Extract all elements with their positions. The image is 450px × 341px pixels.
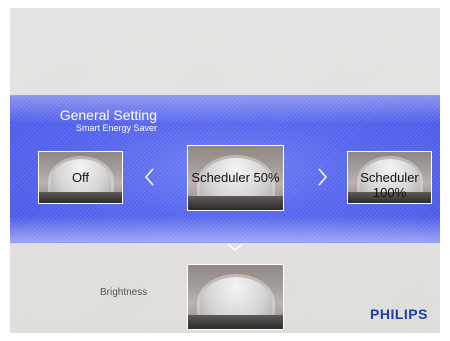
tile-base bbox=[188, 314, 283, 329]
menu-title: General Setting bbox=[59, 107, 157, 123]
option-label: Off bbox=[71, 170, 90, 185]
option-off[interactable]: Off bbox=[38, 151, 123, 204]
tile-base bbox=[188, 195, 283, 210]
chevron-left-icon[interactable] bbox=[143, 166, 155, 192]
option-label: Scheduler 50% bbox=[191, 170, 280, 185]
menu-subtitle: Smart Energy Saver bbox=[75, 123, 157, 133]
option-label: Scheduler 100% bbox=[360, 170, 419, 200]
chevron-right-icon[interactable] bbox=[317, 166, 329, 192]
tile-base bbox=[39, 191, 122, 203]
option-scheduler-100[interactable]: Scheduler 100% bbox=[347, 151, 432, 204]
brightness-label: Brightness bbox=[100, 287, 148, 298]
chevron-down-icon[interactable] bbox=[225, 234, 245, 251]
option-scheduler-50[interactable]: Scheduler 50% bbox=[187, 145, 284, 211]
philips-logo: PHILIPS bbox=[370, 306, 428, 322]
brightness-preview[interactable] bbox=[187, 264, 284, 330]
